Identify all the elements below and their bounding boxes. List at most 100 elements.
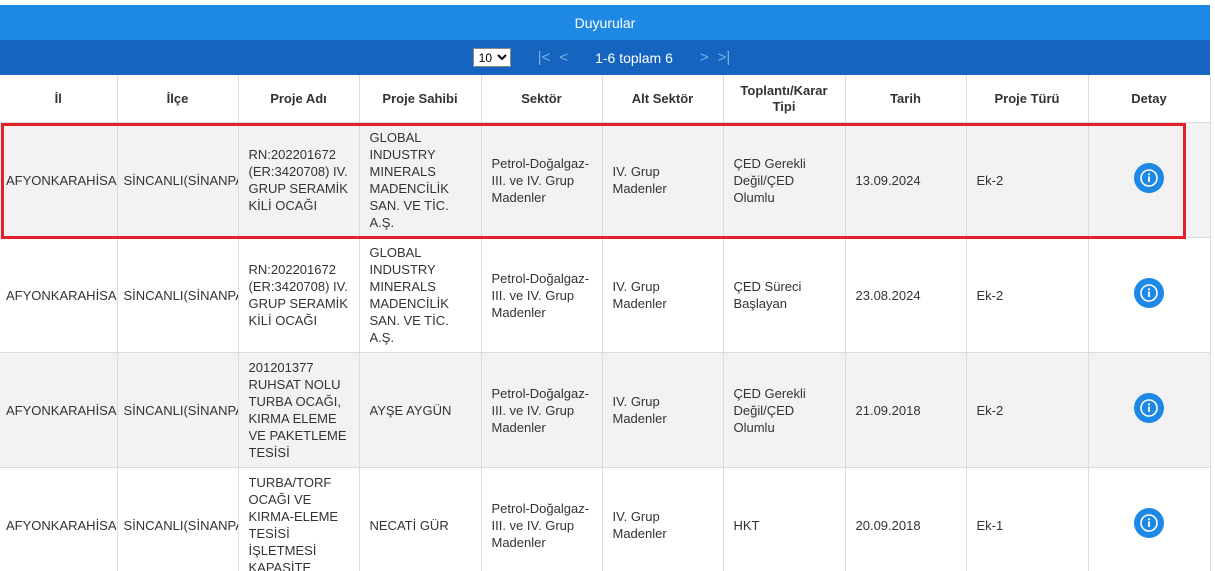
cell-sektor: Petrol-Doğalgaz-III. ve IV. Grup Madenle… [481,122,603,238]
table-row[interactable]: AFYONKARAHİSAR SİNCANLI(SİNANPAŞA) RN:2022… [0,237,1211,353]
cell-proje-turu-text: Ek-1 [976,517,1004,533]
cell-proje-adi-text: 201201377 RUHSAT NOLU TURBA OCAĞI, KIRMA… [248,360,347,460]
cell-sektor: Petrol-Doğalgaz-III. ve IV. Grup Madenle… [481,237,603,353]
cell-tarih-text: 21.09.2018 [855,402,921,418]
column-header-karar-tipi[interactable]: Toplantı/Karar Tipi [723,75,846,123]
column-header-detay: Detay [1088,75,1211,123]
announcements-panel: Duyurular 10 |< < 1-6 toplam 6 > >| İl İ… [0,0,1215,571]
cell-proje-sahibi-text: GLOBAL INDUSTRY MINERALS MADENCİLİK SAN.… [369,130,449,230]
cell-karar-tipi: HKT [723,467,846,571]
cell-sektor-text: Petrol-Doğalgaz-III. ve IV. Grup Madenle… [491,385,590,435]
cell-proje-adi: RN:202201672 (ER:3420708) IV. GRUP SERAM… [238,122,360,238]
info-icon [1140,514,1158,532]
cell-ilce-text: SİNCANLI(SİNANPAŞA) [123,287,238,303]
pagination-bar: 10 |< < 1-6 toplam 6 > >| [0,40,1210,75]
column-header-il[interactable]: İl [0,75,118,123]
cell-proje-adi-text: TURBA/TORF OCAĞI VE KIRMA-ELEME TESİSİ İ… [248,475,339,571]
cell-proje-adi: TURBA/TORF OCAĞI VE KIRMA-ELEME TESİSİ İ… [238,467,360,571]
cell-sektor-text: Petrol-Doğalgaz-III. ve IV. Grup Madenle… [491,270,590,320]
next-page-icon[interactable]: > [700,49,709,66]
cell-alt-sektor: IV. Grup Madenler [602,122,724,238]
detail-button[interactable] [1134,163,1164,193]
cell-karar-tipi: ÇED Gerekli Değil/ÇED Olumlu [723,352,846,468]
cell-alt-sektor-text: IV. Grup Madenler [612,509,667,541]
cell-proje-adi: 201201377 RUHSAT NOLU TURBA OCAĞI, KIRMA… [238,352,360,468]
info-icon [1140,399,1158,417]
cell-il: AFYONKARAHİSAR [0,352,118,468]
pagination-info: 1-6 toplam 6 [595,49,673,66]
first-page-icon[interactable]: |< [538,49,551,66]
cell-sektor: Petrol-Doğalgaz-III. ve IV. Grup Madenle… [481,352,603,468]
cell-proje-turu-text: Ek-2 [976,287,1004,303]
cell-alt-sektor-text: IV. Grup Madenler [612,279,667,311]
cell-karar-tipi-text: ÇED Süreci Başlayan [733,279,802,311]
cell-detay [1088,352,1211,468]
prev-page-icon[interactable]: < [559,49,568,66]
announcements-table: İl İlçe Proje Adı Proje Sahibi Sektör Al… [0,75,1211,571]
column-header-alt-sektor[interactable]: Alt Sektör [602,75,724,123]
cell-proje-turu: Ek-1 [966,467,1089,571]
cell-ilce: SİNCANLI(SİNANPAŞA) [117,237,239,353]
cell-alt-sektor: IV. Grup Madenler [602,467,724,571]
cell-proje-sahibi: GLOBAL INDUSTRY MINERALS MADENCİLİK SAN.… [359,122,482,238]
column-header-tarih[interactable]: Tarih [845,75,967,123]
cell-ilce: SİNCANLI(SİNANPAŞA) [117,122,239,238]
column-header-proje-turu[interactable]: Proje Türü [966,75,1089,123]
column-header-sektor[interactable]: Sektör [481,75,603,123]
cell-proje-adi: RN:202201672 (ER:3420708) IV. GRUP SERAM… [238,237,360,353]
cell-proje-sahibi-text: NECATİ GÜR [369,517,449,533]
cell-karar-tipi: ÇED Gerekli Değil/ÇED Olumlu [723,122,846,238]
table-row[interactable]: AFYONKARAHİSAR SİNCANLI(SİNANPAŞA) 2012013… [0,352,1211,468]
cell-ilce-text: SİNCANLI(SİNANPAŞA) [123,402,238,418]
cell-proje-turu: Ek-2 [966,122,1089,238]
cell-ilce: SİNCANLI(SİNANPAŞA) [117,352,239,468]
cell-detay [1088,467,1211,571]
cell-proje-turu-text: Ek-2 [976,402,1004,418]
cell-ilce-text: SİNCANLI(SİNANPAŞA) [123,517,238,533]
cell-sektor: Petrol-Doğalgaz-III. ve IV. Grup Madenle… [481,467,603,571]
panel-title: Duyurular [574,14,636,31]
cell-proje-turu: Ek-2 [966,237,1089,353]
table-header-row: İl İlçe Proje Adı Proje Sahibi Sektör Al… [0,75,1211,123]
cell-karar-tipi-text: HKT [733,517,760,533]
cell-tarih: 13.09.2024 [845,122,967,238]
cell-proje-sahibi: GLOBAL INDUSTRY MINERALS MADENCİLİK SAN.… [359,237,482,353]
info-icon [1140,284,1158,302]
cell-il: AFYONKARAHİSAR [0,122,118,238]
cell-proje-turu-text: Ek-2 [976,172,1004,188]
cell-sektor-text: Petrol-Doğalgaz-III. ve IV. Grup Madenle… [491,500,590,550]
table-row[interactable]: AFYONKARAHİSAR SİNCANLI(SİNANPAŞA) RN:2022… [0,122,1211,238]
cell-alt-sektor: IV. Grup Madenler [602,352,724,468]
page-size-select[interactable]: 10 [472,48,511,67]
column-header-proje-sahibi[interactable]: Proje Sahibi [359,75,482,123]
info-icon [1140,169,1158,187]
cell-proje-sahibi: AYŞE AYGÜN [359,352,482,468]
detail-button[interactable] [1134,278,1164,308]
cell-proje-sahibi-text: AYŞE AYGÜN [369,402,452,418]
cell-tarih-text: 23.08.2024 [855,287,921,303]
table-row[interactable]: AFYONKARAHİSAR SİNCANLI(SİNANPAŞA) TURBA/T… [0,467,1211,571]
cell-tarih: 20.09.2018 [845,467,967,571]
last-page-icon[interactable]: >| [718,49,731,66]
cell-karar-tipi-text: ÇED Gerekli Değil/ÇED Olumlu [733,155,806,205]
cell-karar-tipi: ÇED Süreci Başlayan [723,237,846,353]
detail-button[interactable] [1134,508,1164,538]
cell-alt-sektor: IV. Grup Madenler [602,237,724,353]
cell-tarih-text: 13.09.2024 [855,172,921,188]
column-header-proje-adi[interactable]: Proje Adı [238,75,360,123]
column-header-ilce[interactable]: İlçe [117,75,239,123]
cell-detay [1088,237,1211,353]
cell-il-text: AFYONKARAHİSAR [6,287,117,303]
cell-proje-turu: Ek-2 [966,352,1089,468]
cell-alt-sektor-text: IV. Grup Madenler [612,164,667,196]
cell-il-text: AFYONKARAHİSAR [6,172,117,188]
cell-tarih: 23.08.2024 [845,237,967,353]
cell-il-text: AFYONKARAHİSAR [6,402,117,418]
cell-tarih-text: 20.09.2018 [855,517,921,533]
cell-tarih: 21.09.2018 [845,352,967,468]
detail-button[interactable] [1134,393,1164,423]
cell-detay [1088,122,1211,238]
cell-sektor-text: Petrol-Doğalgaz-III. ve IV. Grup Madenle… [491,155,590,205]
cell-karar-tipi-text: ÇED Gerekli Değil/ÇED Olumlu [733,385,806,435]
cell-ilce: SİNCANLI(SİNANPAŞA) [117,467,239,571]
